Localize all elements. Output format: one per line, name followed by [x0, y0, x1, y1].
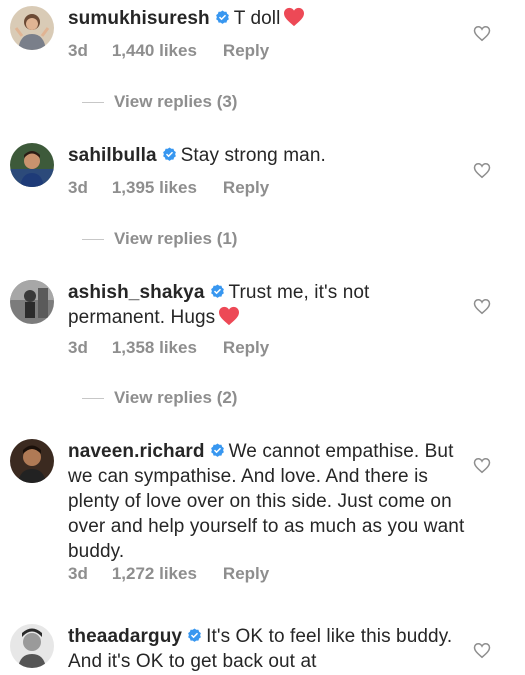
- verified-badge-icon: [187, 625, 202, 642]
- view-replies-label: View replies (1): [114, 229, 238, 248]
- verified-badge-icon: [210, 281, 225, 298]
- comment-username[interactable]: sumukhisuresh: [68, 8, 210, 29]
- replies-divider: [82, 239, 104, 241]
- comment-likes[interactable]: 1,272 likes: [112, 564, 197, 584]
- view-replies-link[interactable]: View replies (3): [82, 92, 237, 112]
- comment-body: sumukhisuresh T doll: [68, 6, 465, 31]
- heart-outline-icon[interactable]: [473, 25, 491, 42]
- comment-username[interactable]: ashish_shakya: [68, 282, 205, 303]
- avatar[interactable]: [10, 280, 54, 324]
- comment-username[interactable]: theaadarguy: [68, 626, 182, 647]
- verified-badge-icon: [162, 144, 177, 161]
- comment-body: naveen.richard We cannot empathise. But w…: [68, 439, 465, 564]
- comment-time: 3d: [68, 178, 88, 197]
- heart-outline-icon[interactable]: [473, 162, 491, 179]
- red-heart-icon: [283, 7, 305, 27]
- reply-button[interactable]: Reply: [223, 178, 269, 198]
- view-replies-label: View replies (2): [114, 388, 238, 407]
- comment-likes[interactable]: 1,358 likes: [112, 338, 197, 358]
- comment-likes[interactable]: 1,440 likes: [112, 41, 197, 61]
- comment-time: 3d: [68, 564, 88, 583]
- verified-badge-icon: [210, 440, 225, 457]
- comment-body: theaadarguy It's OK to feel like this bud…: [68, 624, 465, 674]
- view-replies-label: View replies (3): [114, 92, 238, 111]
- comment-time: 3d: [68, 41, 88, 60]
- comment-text: T doll: [233, 8, 281, 29]
- comments-feed: sumukhisuresh T doll 3d 1,440 likes Reply V…: [0, 0, 525, 675]
- reply-button[interactable]: Reply: [223, 564, 269, 584]
- heart-outline-icon[interactable]: [473, 642, 491, 659]
- reply-button[interactable]: Reply: [223, 41, 269, 61]
- comment-likes[interactable]: 1,395 likes: [112, 178, 197, 198]
- comment-body: sahilbulla Stay strong man.: [68, 143, 465, 168]
- heart-outline-icon[interactable]: [473, 457, 491, 474]
- replies-divider: [82, 102, 104, 104]
- comment-username[interactable]: naveen.richard: [68, 441, 205, 462]
- view-replies-link[interactable]: View replies (1): [82, 229, 237, 249]
- comment-meta: 3d 1,358 likes Reply: [68, 338, 269, 358]
- view-replies-link[interactable]: View replies (2): [82, 388, 237, 408]
- comment-body: ashish_shakya Trust me, it's not permanen…: [68, 280, 465, 330]
- avatar[interactable]: [10, 439, 54, 483]
- comment-time: 3d: [68, 338, 88, 357]
- avatar[interactable]: [10, 143, 54, 187]
- red-heart-icon: [218, 306, 240, 326]
- comment-meta: 3d 1,395 likes Reply: [68, 178, 269, 198]
- comment-meta: 3d 1,272 likes Reply: [68, 564, 269, 584]
- comment-text: Stay strong man.: [180, 145, 326, 166]
- reply-button[interactable]: Reply: [223, 338, 269, 358]
- replies-divider: [82, 398, 104, 400]
- verified-badge-icon: [215, 7, 230, 24]
- heart-outline-icon[interactable]: [473, 298, 491, 315]
- comment-meta: 3d 1,440 likes Reply: [68, 41, 269, 61]
- comment-username[interactable]: sahilbulla: [68, 145, 157, 166]
- avatar[interactable]: [10, 624, 54, 668]
- avatar[interactable]: [10, 6, 54, 50]
